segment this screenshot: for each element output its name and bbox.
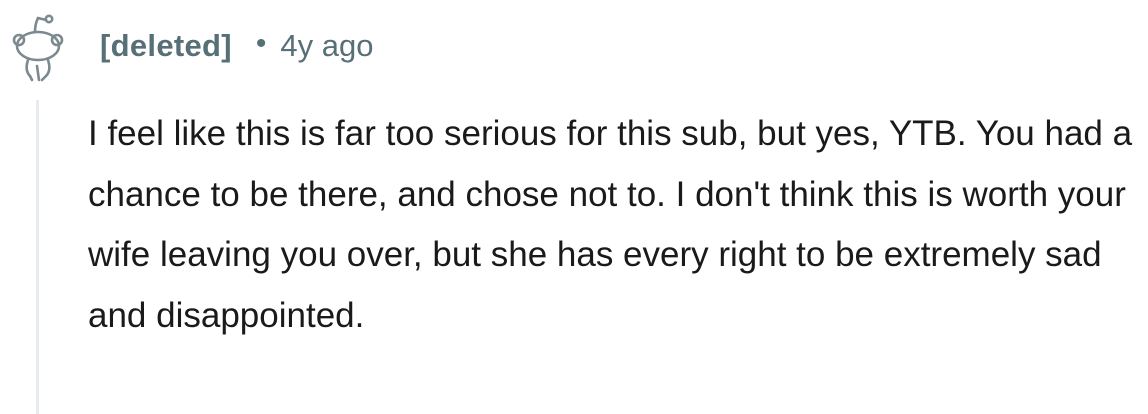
comment-author[interactable]: [deleted] bbox=[100, 28, 232, 64]
comment: [deleted] • 4y ago I feel like this is f… bbox=[0, 0, 1148, 414]
comment-timestamp[interactable]: 4y ago bbox=[280, 28, 373, 64]
comment-header: [deleted] • 4y ago bbox=[100, 24, 373, 68]
snoo-avatar-icon[interactable] bbox=[8, 10, 66, 82]
thread-collapse-line[interactable] bbox=[36, 100, 39, 414]
meta-separator: • bbox=[255, 27, 267, 60]
comment-body: I feel like this is far too serious for … bbox=[88, 114, 1133, 335]
